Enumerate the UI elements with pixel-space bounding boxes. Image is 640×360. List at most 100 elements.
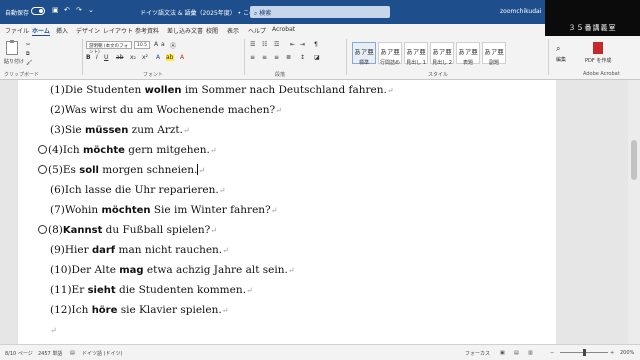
justify-icon[interactable]: ≣ (286, 54, 291, 61)
shading-icon[interactable]: ◪ (314, 54, 320, 61)
font-color-icon[interactable]: A (180, 54, 184, 61)
text-effects-icon[interactable]: A (156, 54, 160, 61)
divider (82, 39, 83, 75)
document-page[interactable]: (1)Die Studenten wollen im Sommer nach D… (18, 80, 556, 344)
cut-icon[interactable]: ✂ (26, 42, 30, 48)
paragraph-mark-icon: ↵ (270, 206, 278, 215)
focus-mode-button[interactable]: フォーカス (465, 350, 490, 357)
search-input[interactable]: ⌕ 検索 (250, 6, 390, 18)
style-heading-1[interactable]: あア亜 見出し 1 (404, 42, 428, 66)
style-name: 表題 (462, 60, 473, 66)
paste-icon[interactable] (6, 40, 18, 55)
sentence-text: (12)Ich (50, 304, 92, 316)
edit-button[interactable]: 編集 (556, 56, 566, 63)
autosave-toggle[interactable] (31, 7, 45, 15)
decrease-indent-icon[interactable]: ⇤ (290, 41, 295, 48)
web-layout-icon[interactable]: ▥ (528, 350, 533, 356)
find-icon[interactable]: ⌕ (556, 44, 560, 54)
paragraph-mark-icon: ↵ (287, 266, 295, 275)
tab-acrobat[interactable]: Acrobat (272, 26, 295, 33)
tab-home[interactable]: ホーム (32, 26, 50, 36)
status-bar: 8/10 ページ 2457 単語 ▤ ドイツ語 (ドイツ) フォーカス ▣ ▤ … (0, 344, 640, 360)
sentence-text: im Sommer nach Deutschland fahren. (181, 84, 387, 96)
shrink-font-icon[interactable]: a (161, 41, 165, 48)
tab-file[interactable]: ファイル (5, 26, 29, 35)
divider (346, 39, 347, 75)
sentence-text: (3)Sie (50, 124, 85, 136)
style-subtitle[interactable]: あア亜 副題 (482, 42, 506, 66)
align-right-icon[interactable]: ≡ (274, 54, 279, 61)
show-marks-icon[interactable]: ¶ (314, 41, 318, 48)
sentence-text: die Studenten kommen. (115, 284, 246, 296)
camera-overlay-label: ３５番講義室 (545, 0, 640, 40)
style-heading-2[interactable]: あア亜 見出し 2 (430, 42, 454, 66)
zoom-out-icon[interactable]: − (550, 350, 554, 356)
format-painter-icon[interactable]: 🖌 (26, 60, 32, 66)
paragraph-mark-icon: ↵ (198, 166, 206, 175)
style-sample: あア亜 (484, 48, 504, 56)
modal-verb: soll (79, 165, 99, 176)
style-title[interactable]: あア亜 表題 (456, 42, 480, 66)
read-mode-icon[interactable]: ▣ (500, 350, 505, 356)
zoom-in-icon[interactable]: + (610, 350, 614, 356)
scrollbar-thumb[interactable] (631, 140, 637, 180)
page-count[interactable]: 8/10 ページ (5, 350, 33, 357)
increase-indent-icon[interactable]: ⇥ (300, 41, 305, 48)
create-pdf-button[interactable]: PDF を作成 (585, 57, 611, 64)
zoom-level[interactable]: 200% (620, 350, 634, 356)
print-layout-icon[interactable]: ▤ (514, 350, 519, 356)
tab-layout[interactable]: レイアウト (103, 26, 133, 35)
sentence-text: (4)Ich (48, 144, 84, 156)
strikethrough-icon[interactable]: ab (116, 54, 124, 61)
align-center-icon[interactable]: ≡ (262, 54, 267, 61)
bullets-icon[interactable]: ☰ (250, 41, 255, 48)
redo-icon[interactable]: ↷ (76, 6, 82, 14)
modal-verb: sieht (87, 285, 116, 296)
style-no-spacing[interactable]: あア亜 行間詰め (378, 42, 402, 66)
line-spacing-icon[interactable]: ↕ (300, 54, 305, 61)
language-indicator[interactable]: ドイツ語 (ドイツ) (82, 350, 123, 357)
paragraph-mark-icon: ↵ (221, 306, 229, 315)
style-sample: あア亜 (406, 48, 426, 56)
tab-mailings[interactable]: 差し込み文書 (167, 26, 203, 35)
modal-verb: möchten (101, 205, 151, 216)
sentence-text: sie Klavier spielen. (117, 304, 222, 316)
tab-insert[interactable]: 挿入 (56, 26, 68, 35)
highlight-icon[interactable]: ab (166, 54, 174, 61)
paste-button[interactable]: 貼り付け (4, 58, 24, 65)
underline-icon[interactable]: U (104, 54, 108, 61)
tab-view[interactable]: 表示 (227, 26, 239, 35)
proofing-icon[interactable]: ▤ (70, 350, 75, 356)
font-name-select[interactable]: 游明朝 (本文のフォント) (86, 41, 132, 55)
style-name: 行間詰め (379, 60, 400, 66)
customize-chevron-icon[interactable]: ⌄ (88, 6, 94, 14)
sentence-text: (11)Er (50, 284, 88, 296)
copy-icon[interactable]: ⧉ (26, 51, 30, 57)
tab-review[interactable]: 校閲 (206, 26, 218, 35)
save-icon[interactable]: ▣ (52, 6, 59, 14)
font-size-select[interactable]: 10.5 (134, 41, 150, 49)
zoom-slider-knob[interactable] (583, 349, 586, 356)
grow-font-icon[interactable]: A (154, 41, 158, 48)
multilevel-list-icon[interactable]: ☲ (274, 41, 279, 48)
tab-design[interactable]: デザイン (76, 26, 100, 35)
subscript-icon[interactable]: x₂ (130, 54, 136, 61)
style-normal[interactable]: あア亜 標準 (352, 42, 376, 66)
superscript-icon[interactable]: x² (142, 54, 148, 61)
undo-icon[interactable]: ↶ (64, 6, 70, 14)
clear-format-icon[interactable]: Ⓐ (170, 41, 176, 50)
italic-icon[interactable]: I (96, 54, 98, 61)
vertical-scrollbar[interactable] (628, 80, 640, 344)
paragraph-mark-icon: ↵ (50, 326, 57, 335)
numbering-icon[interactable]: ☷ (262, 41, 267, 48)
tab-references[interactable]: 参考資料 (135, 26, 159, 35)
bold-icon[interactable]: B (86, 54, 91, 61)
align-left-icon[interactable]: ≡ (250, 54, 255, 61)
sentence-line: (12)Ich höre sie Klavier spielen.↵ (50, 304, 228, 316)
user-name[interactable]: zoomchikudai (500, 8, 541, 15)
create-pdf-icon[interactable] (593, 42, 603, 54)
search-placeholder: 検索 (259, 10, 272, 17)
word-count[interactable]: 2457 単語 (38, 350, 62, 357)
tab-help[interactable]: ヘルプ (248, 26, 266, 35)
modal-verb: wollen (144, 85, 182, 96)
